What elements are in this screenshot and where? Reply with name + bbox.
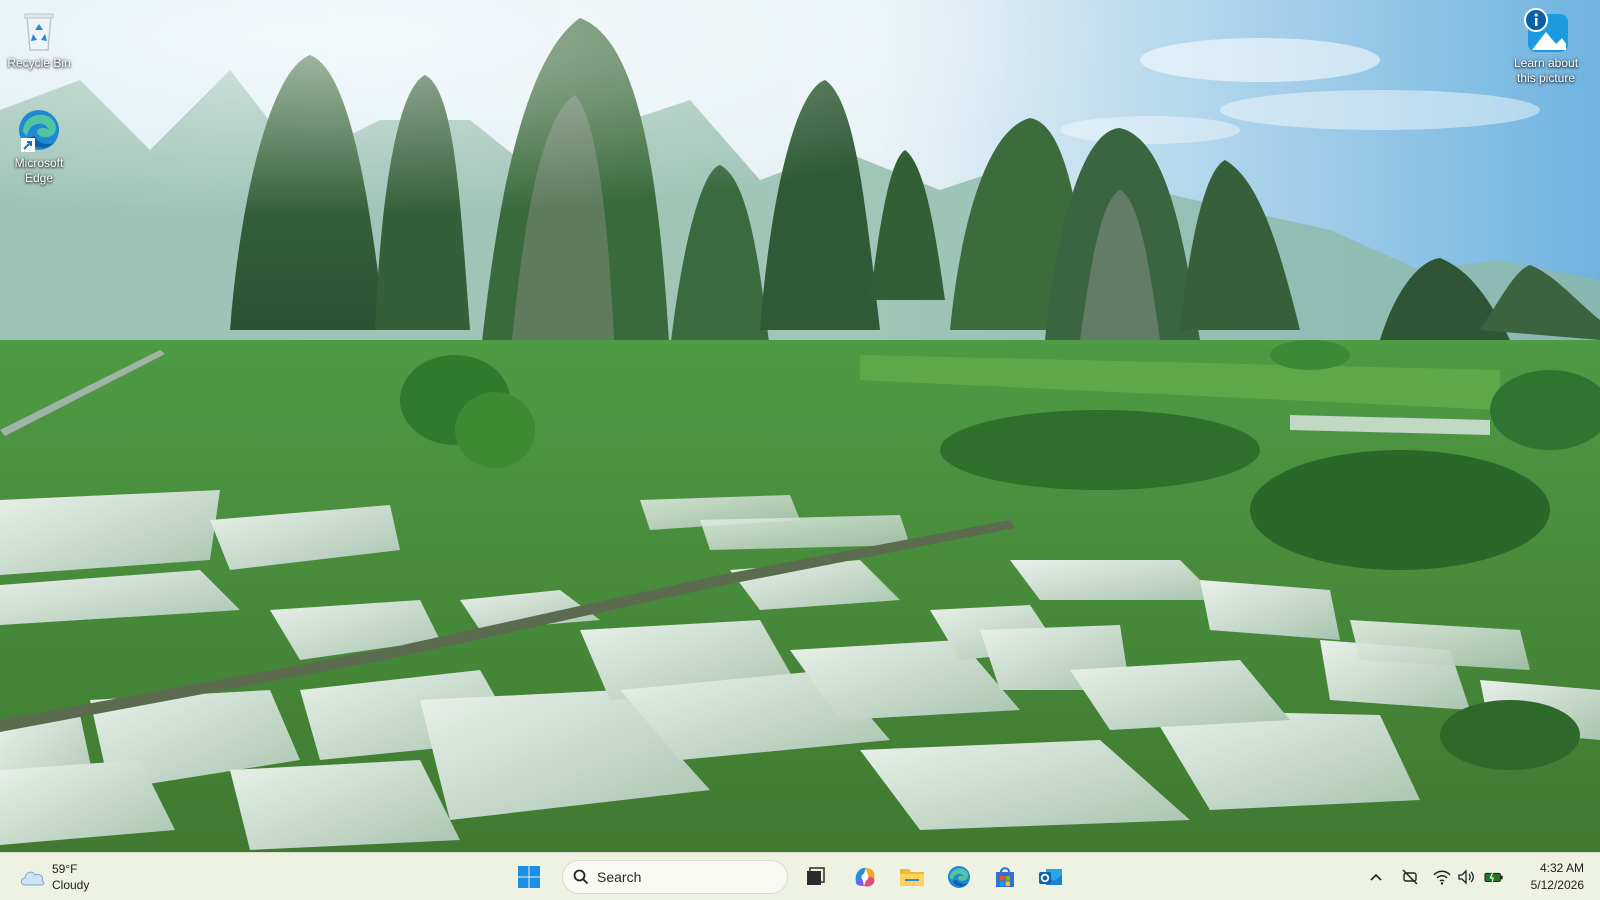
taskbar: 59°F Cloudy Search 4:32 AM 5/12/2026 (0, 852, 1600, 900)
search-icon (573, 869, 589, 885)
outlook-button[interactable] (1032, 859, 1070, 895)
network-status[interactable] (1432, 867, 1452, 887)
system-clock[interactable]: 4:32 AM 5/12/2026 (1508, 860, 1584, 894)
outlook-icon (1039, 869, 1062, 885)
info-picture-icon (1524, 8, 1568, 52)
search-label: Search (597, 869, 642, 885)
recycle-bin-icon (24, 13, 54, 51)
no-location-icon (1402, 869, 1418, 885)
clock-date: 5/12/2026 (1530, 878, 1584, 892)
chevron-up-icon (1370, 873, 1382, 881)
edge-taskbar-button[interactable] (940, 859, 978, 895)
weather-widget[interactable]: 59°F Cloudy (18, 859, 89, 895)
weather-temp: 59°F (52, 862, 78, 876)
battery-status[interactable] (1484, 867, 1504, 887)
learn-about-picture-shortcut[interactable]: Learn about this picture (1504, 6, 1588, 86)
clock-time: 4:32 AM (1539, 861, 1584, 875)
edge-icon (19, 110, 59, 152)
file-explorer-button[interactable] (893, 859, 931, 895)
show-hidden-icons-button[interactable] (1366, 867, 1386, 887)
wallpaper (0, 0, 1600, 852)
store-icon (996, 867, 1014, 887)
start-button[interactable] (510, 859, 548, 895)
folder-icon (900, 869, 924, 886)
store-button[interactable] (986, 859, 1024, 895)
wifi-icon (1433, 870, 1451, 885)
copilot-button[interactable] (846, 859, 884, 895)
learn-about-picture-label: Learn about this picture (1513, 56, 1579, 85)
cloud-icon (20, 871, 45, 886)
task-view-button[interactable] (796, 859, 834, 895)
windows-start-icon (518, 866, 540, 888)
edge-icon (948, 866, 970, 888)
task-view-icon (807, 867, 825, 885)
search-input[interactable]: Search (562, 860, 788, 894)
copilot-icon (855, 867, 875, 887)
volume-control[interactable] (1456, 867, 1476, 887)
edge-label: Microsoft Edge (14, 156, 64, 185)
recycle-bin-label: Recycle Bin (7, 56, 71, 70)
recycle-bin-shortcut[interactable]: Recycle Bin (0, 6, 78, 71)
location-status[interactable] (1400, 867, 1420, 887)
desktop[interactable]: Recycle Bin Microsoft Edge Learn about t… (0, 0, 1600, 852)
edge-shortcut[interactable]: Microsoft Edge (0, 106, 78, 186)
battery-icon (1484, 871, 1503, 883)
weather-condition: Cloudy (52, 878, 90, 892)
volume-icon (1458, 869, 1474, 885)
